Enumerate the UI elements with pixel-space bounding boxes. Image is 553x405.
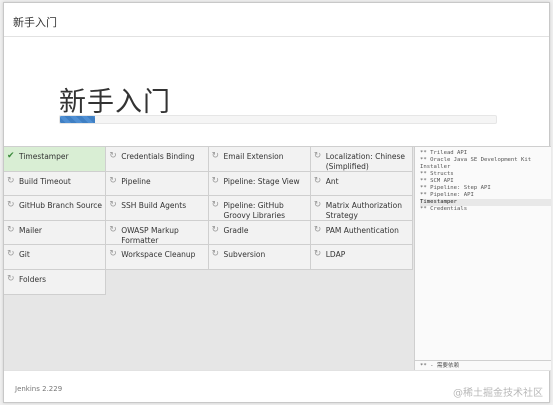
refresh-icon: ↻ [313, 151, 322, 161]
dialog-header: 新手入门 [4, 3, 549, 37]
plugin-grid: ✔ Timestamper ↻ Credentials Binding ↻ Email E… [4, 147, 413, 371]
refresh-icon: ↻ [7, 175, 15, 186]
plugin-install-area: ✔ Timestamper ↻ Credentials Binding ↻ Email E… [4, 146, 551, 371]
log-line: Timestamper [420, 199, 551, 206]
plugin-item: ↻ SSH Build Agents [106, 196, 209, 221]
plugin-item-label: GitHub Branch Source [19, 201, 102, 211]
refresh-icon: ↻ [313, 200, 322, 211]
install-progress-bar [59, 115, 497, 124]
plugin-item: ↻ Pipeline: GitHub Groovy Libraries [208, 196, 311, 221]
log-line: ** Pipeline: API [420, 192, 474, 198]
plugin-item-label: PAM Authentication [325, 225, 399, 235]
refresh-icon: ↻ [211, 249, 220, 260]
plugin-item: ↻ Gradle [208, 220, 311, 246]
plugin-item-label: LDAP [325, 250, 346, 260]
log-line: ** Trilead API [420, 150, 468, 156]
plugin-item-label: Email Extension [223, 152, 284, 161]
refresh-icon: ↻ [109, 249, 117, 260]
refresh-icon: ↻ [7, 200, 15, 211]
refresh-icon: ↻ [109, 200, 117, 211]
plugin-item-label: OWASP Markup Formatter [121, 225, 179, 245]
plugin-item: ↻ Subversion [208, 245, 311, 270]
refresh-icon: ↻ [109, 175, 117, 186]
plugin-item-label: Timestamper [19, 152, 69, 161]
refresh-icon: ↻ [211, 224, 220, 235]
refresh-icon: ↻ [109, 151, 117, 161]
log-line: ** SCM API [420, 178, 454, 184]
hero-section: 新手入门 [4, 37, 549, 144]
page-title: 新手入门 [59, 87, 171, 118]
version-label: Jenkins 2.229 [15, 385, 63, 393]
plugin-item-label: Workspace Cleanup [121, 250, 196, 260]
refresh-icon: ↻ [313, 249, 322, 260]
refresh-icon: ↻ [211, 200, 220, 211]
refresh-icon: ↻ [313, 175, 322, 186]
plugin-item: ↻ GitHub Branch Source [4, 196, 107, 221]
plugin-item: ↻ Build Timeout [4, 171, 107, 197]
plugin-item-label: Subversion [223, 250, 266, 260]
dialog-footer: Jenkins 2.229 @稀土掘金技术社区 [4, 370, 551, 403]
log-line: ** Credentials [420, 206, 468, 212]
plugin-item-label: Pipeline [121, 176, 151, 186]
log-line: ** Pipeline: Step API [420, 185, 491, 191]
plugin-item-label: Ant [325, 176, 339, 186]
plugin-item: ↻ PAM Authentication [310, 220, 413, 246]
log-line: ** Structs [420, 171, 454, 177]
refresh-icon: ↻ [211, 151, 220, 161]
plugin-item: ↻ Mailer [4, 220, 107, 246]
plugin-item-label: Build Timeout [19, 176, 71, 186]
refresh-icon: ↻ [7, 224, 15, 235]
plugin-item-label: Git [19, 250, 30, 260]
plugin-item: ↻ Credentials Binding [106, 147, 209, 172]
plugin-item: ↻ Pipeline: Stage View [208, 171, 311, 197]
log-line: ** Oracle Java SE Development Kit Instal… [420, 157, 532, 170]
plugin-item: ↻ Pipeline [106, 171, 209, 197]
plugin-item-label: Folders [19, 275, 47, 284]
refresh-icon: ↻ [109, 224, 117, 235]
setup-wizard-dialog: 新手入门 新手入门 ✔ Timestamper ↻ Credentials Bindi… [3, 2, 551, 403]
plugin-item-label: Mailer [19, 225, 42, 235]
plugin-item: ↻ Ant [310, 171, 413, 197]
plugin-item-label: Localization: Chinese (Simplified) [325, 152, 406, 171]
plugin-item: ↻ Git [4, 245, 107, 270]
refresh-icon: ↻ [7, 249, 15, 260]
refresh-icon: ↻ [313, 224, 322, 235]
plugin-item: ↻ Folders [4, 270, 107, 295]
install-log-lines: ** Trilead API ** Oracle Java SE Developm… [420, 150, 551, 213]
plugin-item-label: SSH Build Agents [121, 201, 187, 211]
plugin-item-label: Pipeline: Stage View [223, 176, 300, 186]
plugin-item-label: Gradle [223, 225, 249, 235]
plugin-item-label: Matrix Authorization Strategy [325, 201, 402, 221]
refresh-icon: ↻ [7, 274, 15, 284]
plugin-item-label: Pipeline: GitHub Groovy Libraries [223, 201, 286, 221]
install-log-panel[interactable]: ** Trilead API ** Oracle Java SE Developm… [414, 147, 551, 371]
watermark: @稀土掘金技术社区 [453, 388, 543, 399]
plugin-item: ↻ Matrix Authorization Strategy [310, 196, 413, 221]
plugin-item: ↻ Workspace Cleanup [106, 245, 209, 270]
dialog-title: 新手入门 [13, 16, 57, 29]
progress-bar-fill [60, 116, 95, 123]
plugin-item: ↻ LDAP [310, 245, 413, 270]
plugin-item-label: Credentials Binding [121, 152, 195, 161]
checkmark-icon: ✔ [7, 151, 15, 161]
plugin-item: ↻ Localization: Chinese (Simplified) [310, 147, 413, 172]
plugin-item: ↻ Email Extension [208, 147, 311, 172]
plugin-item: ↻ OWASP Markup Formatter [106, 220, 209, 246]
refresh-icon: ↻ [211, 175, 220, 186]
plugin-item: ✔ Timestamper [4, 147, 107, 172]
